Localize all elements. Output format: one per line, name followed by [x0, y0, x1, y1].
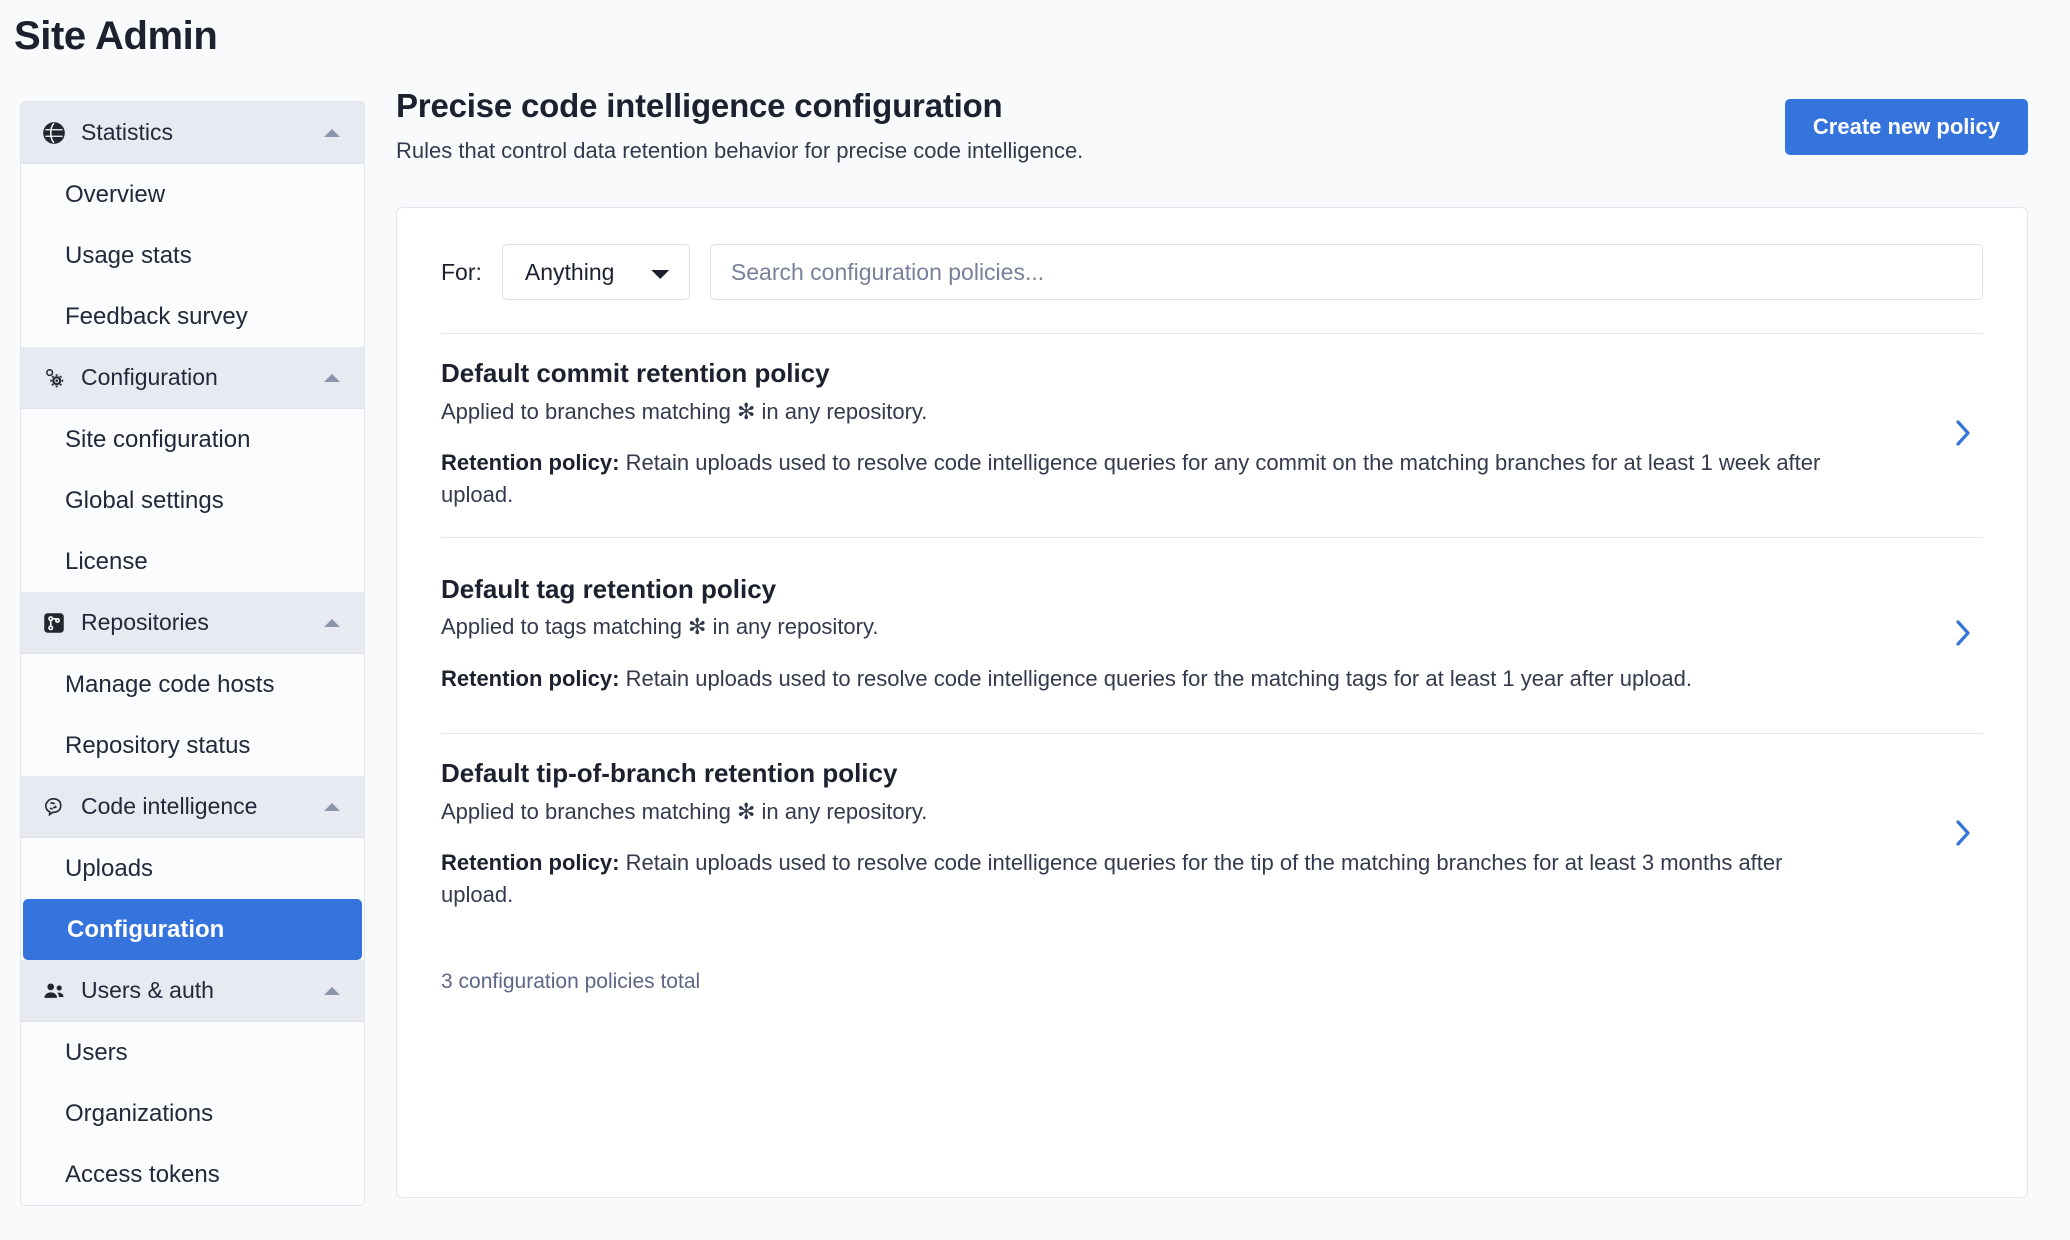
policy-total-count: 3 configuration policies total — [441, 969, 701, 993]
globe-icon — [41, 120, 67, 146]
sidebar-item-users[interactable]: Users — [21, 1022, 364, 1083]
policy-retention-label: Retention policy: — [441, 666, 620, 692]
search-input[interactable] — [709, 244, 1983, 300]
sidebar-group-label: Configuration — [81, 364, 218, 390]
sidebar-group-label: Repositories — [81, 609, 209, 635]
sidebar-item-global-settings[interactable]: Global settings — [21, 470, 364, 531]
main-subtitle: Rules that control data retention behavi… — [396, 138, 1084, 164]
source-repository-icon — [41, 610, 67, 636]
sidebar-group-header-statistics[interactable]: Statistics — [21, 102, 364, 164]
policy-name: Default commit retention policy — [441, 358, 830, 388]
sidebar-item-usage-stats[interactable]: Usage stats — [21, 225, 364, 286]
policy-applied-to: Applied to branches matching ✻ in any re… — [441, 798, 928, 824]
policies-card: For: AnythingRepositoryBranchTag Default… — [396, 207, 2028, 1198]
sidebar-group-statistics: Statistics Overview Usage stats Feedback su… — [21, 102, 364, 347]
site-admin-page: Site Admin Statistics Overview Usage stats… — [0, 0, 2070, 1240]
users-icon — [41, 978, 67, 1004]
chevron-right-icon[interactable] — [1943, 817, 1983, 849]
policy-name: Default tip-of-branch retention policy — [441, 757, 898, 788]
sidebar-group-repositories: Repositories Manage code hosts Repository … — [21, 592, 364, 776]
policy-retention: Retention policy: Retain uploads used to… — [441, 447, 1841, 509]
admin-sidebar: Statistics Overview Usage stats Feedback su… — [20, 101, 365, 1206]
gears-icon — [41, 365, 67, 391]
chevron-up-icon[interactable] — [324, 802, 340, 811]
sidebar-item-feedback-survey[interactable]: Feedback survey — [21, 286, 364, 347]
policy-retention-label: Retention policy: — [441, 450, 620, 476]
policy-body: Default tip-of-branch retention policy Ap… — [441, 757, 1943, 910]
sidebar-group-users-auth: Users & auth Users Organizations Access tok… — [21, 960, 364, 1205]
sidebar-item-overview[interactable]: Overview — [21, 164, 364, 225]
sidebar-group-header-users-auth[interactable]: Users & auth — [21, 960, 364, 1022]
chevron-up-icon[interactable] — [324, 373, 340, 382]
filter-row: For: AnythingRepositoryBranchTag — [441, 208, 1983, 333]
sidebar-group-header-repositories[interactable]: Repositories — [21, 592, 364, 654]
policy-retention-label: Retention policy: — [441, 850, 620, 876]
policy-body: Default tag retention policy Applied to t… — [441, 573, 1943, 695]
sidebar-item-uploads[interactable]: Uploads — [21, 838, 364, 899]
policy-applied-to: Applied to branches matching ✻ in any re… — [441, 398, 928, 424]
sidebar-item-manage-code-hosts[interactable]: Manage code hosts — [21, 654, 364, 715]
sidebar-item-license[interactable]: License — [21, 531, 364, 592]
sidebar-group-header-configuration[interactable]: Configuration — [21, 347, 364, 409]
sidebar-group-label: Statistics — [81, 119, 174, 145]
sidebar-group-header-code-intelligence[interactable]: Code intelligence — [21, 776, 364, 838]
policy-retention-text: Retain uploads used to resolve code inte… — [441, 450, 1821, 507]
main-title: Precise code intelligence configuration — [396, 87, 1003, 124]
policy-name: Default tag retention policy — [441, 573, 777, 604]
sidebar-group-configuration: Configuration Site configuration Global se… — [21, 347, 364, 592]
chevron-up-icon[interactable] — [324, 618, 340, 627]
policy-retention: Retention policy: Retain uploads used to… — [441, 663, 1841, 694]
sidebar-item-organizations[interactable]: Organizations — [21, 1083, 364, 1144]
sidebar-item-site-configuration[interactable]: Site configuration — [21, 409, 364, 470]
create-new-policy-button[interactable]: Create new policy — [1784, 99, 2028, 155]
sidebar-group-label: Code intelligence — [81, 793, 258, 819]
policy-body: Default commit retention policy Applied t… — [441, 357, 1943, 510]
policy-retention-text: Retain uploads used to resolve code inte… — [619, 666, 1692, 692]
main-content: Precise code intelligence configuration … — [396, 85, 2028, 1198]
chevron-up-icon[interactable] — [324, 128, 340, 137]
sidebar-group-code-intelligence: Code intelligence Uploads Configuration — [21, 776, 364, 960]
chevron-up-icon[interactable] — [324, 986, 340, 995]
brain-icon — [41, 794, 67, 820]
policy-row[interactable]: Default tip-of-branch retention policy Ap… — [441, 734, 1983, 937]
sidebar-item-access-tokens[interactable]: Access tokens — [21, 1144, 364, 1205]
policy-list: Default commit retention policy Applied t… — [441, 333, 1983, 937]
filter-label: For: — [441, 258, 482, 285]
main-header: Precise code intelligence configuration … — [396, 85, 2028, 189]
policy-retention: Retention policy: Retain uploads used to… — [441, 847, 1841, 909]
policy-applied-to: Applied to tags matching ✻ in any reposi… — [441, 614, 879, 640]
page-title: Site Admin — [14, 14, 218, 58]
sidebar-group-label: Users & auth — [81, 977, 214, 1003]
policy-row[interactable]: Default commit retention policy Applied t… — [441, 334, 1983, 538]
sidebar-item-configuration[interactable]: Configuration — [23, 899, 362, 960]
chevron-right-icon[interactable] — [1943, 617, 1983, 649]
policy-retention-text: Retain uploads used to resolve code inte… — [441, 850, 1783, 907]
chevron-right-icon[interactable] — [1943, 417, 1983, 449]
policy-row[interactable]: Default tag retention policy Applied to t… — [441, 538, 1983, 734]
policy-type-select[interactable]: AnythingRepositoryBranchTag — [501, 244, 690, 300]
sidebar-item-repository-status[interactable]: Repository status — [21, 715, 364, 776]
